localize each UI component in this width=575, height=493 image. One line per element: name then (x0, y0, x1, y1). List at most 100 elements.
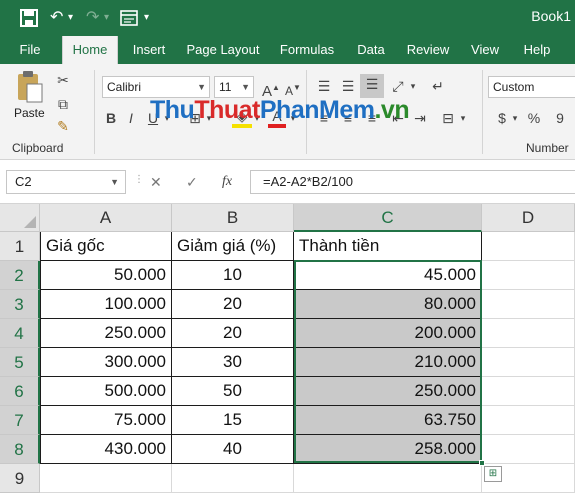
cell-c4[interactable]: 200.000 (294, 319, 482, 348)
cell-b6[interactable]: 50 (172, 377, 294, 406)
align-middle-icon[interactable]: ☰ (338, 76, 358, 96)
align-bottom-icon[interactable]: ☰ (360, 74, 384, 98)
cut-icon[interactable]: ✂ (54, 70, 72, 90)
row-header-7[interactable]: 7 (0, 406, 40, 435)
cell-b2[interactable]: 10 (172, 261, 294, 290)
currency-dropdown-icon[interactable]: ▾ (510, 108, 520, 128)
cell-a9[interactable] (40, 464, 172, 493)
cell-b8[interactable]: 40 (172, 435, 294, 464)
name-box[interactable]: C2 ▼ (6, 170, 126, 194)
chevron-down-icon: ▼ (110, 177, 119, 187)
tab-help[interactable]: Help (514, 36, 560, 64)
cell-c1[interactable]: Thành tiền (294, 232, 482, 261)
percent-button[interactable]: % (526, 108, 542, 128)
cell-b4[interactable]: 20 (172, 319, 294, 348)
watermark-part-1: Thu (150, 96, 195, 124)
column-header-b[interactable]: B (172, 204, 294, 232)
cell-d8[interactable] (482, 435, 575, 464)
row-header-4[interactable]: 4 (0, 319, 40, 348)
row-header-2[interactable]: 2 (0, 261, 40, 290)
cell-c7[interactable]: 63.750 (294, 406, 482, 435)
row-header-5[interactable]: 5 (0, 348, 40, 377)
row-header-8[interactable]: 8 (0, 435, 40, 464)
save-icon[interactable] (20, 6, 38, 35)
cell-b9[interactable] (172, 464, 294, 493)
cell-b5[interactable]: 30 (172, 348, 294, 377)
tab-page-layout[interactable]: Page Layout (182, 36, 264, 64)
more-options-icon: ⋮ (134, 174, 144, 185)
currency-button[interactable]: $ (494, 108, 510, 128)
undo-dropdown-icon[interactable]: ▾ (68, 6, 73, 30)
copy-icon[interactable]: ⧉ (54, 94, 72, 114)
tab-view[interactable]: View (464, 36, 506, 64)
redo-icon[interactable]: ↷ (86, 6, 99, 30)
customize-toolbar-icon[interactable]: ▾ (144, 6, 149, 30)
column-header-c[interactable]: C (294, 204, 482, 232)
comma-style-button[interactable]: 9 (552, 108, 568, 128)
tab-insert[interactable]: Insert (124, 36, 174, 64)
row-header-3[interactable]: 3 (0, 290, 40, 319)
tab-formulas[interactable]: Formulas (274, 36, 340, 64)
row-header-6[interactable]: 6 (0, 377, 40, 406)
cell-d4[interactable] (482, 319, 575, 348)
cell-c6[interactable]: 250.000 (294, 377, 482, 406)
cell-a8[interactable]: 430.000 (40, 435, 172, 464)
cancel-icon[interactable]: ✕ (150, 174, 162, 191)
cell-d6[interactable] (482, 377, 575, 406)
enter-icon[interactable]: ✓ (186, 174, 198, 191)
number-group-label: Number (526, 141, 569, 155)
cell-c8[interactable]: 258.000 (294, 435, 482, 464)
cell-d1[interactable] (482, 232, 575, 261)
column-header-d[interactable]: D (482, 204, 575, 232)
tab-review[interactable]: Review (402, 36, 454, 64)
wrap-text-icon[interactable]: ↵ (428, 76, 448, 96)
bold-button[interactable]: B (104, 108, 118, 128)
cell-c5[interactable]: 210.000 (294, 348, 482, 377)
row-header-1[interactable]: 1 (0, 232, 40, 261)
orientation-icon[interactable]: ⤢ (388, 76, 408, 96)
orientation-dropdown-icon[interactable]: ▾ (408, 76, 418, 96)
watermark-part-3: PhanMem (259, 96, 375, 124)
quick-analysis-icon[interactable]: ⊞ (484, 466, 502, 482)
cell-b3[interactable]: 20 (172, 290, 294, 319)
redo-dropdown-icon[interactable]: ▾ (104, 6, 109, 30)
font-size-box[interactable]: 11 ▼ (214, 76, 254, 98)
row-header-9[interactable]: 9 (0, 464, 40, 493)
tab-home[interactable]: Home (62, 36, 118, 64)
cell-c2[interactable]: 45.000 (294, 261, 482, 290)
tab-data[interactable]: Data (350, 36, 392, 64)
cell-d3[interactable] (482, 290, 575, 319)
cell-a3[interactable]: 100.000 (40, 290, 172, 319)
increase-indent-icon[interactable]: ⇥ (410, 108, 430, 128)
cell-a1[interactable]: Giá gốc (40, 232, 172, 261)
cell-a2[interactable]: 50.000 (40, 261, 172, 290)
cell-a7[interactable]: 75.000 (40, 406, 172, 435)
formula-input[interactable]: =A2-A2*B2/100 (250, 170, 575, 194)
cell-d7[interactable] (482, 406, 575, 435)
cell-c3[interactable]: 80.000 (294, 290, 482, 319)
paste-label[interactable]: Paste (14, 106, 45, 120)
window-title: Book1 (531, 8, 571, 24)
font-name-box[interactable]: Calibri ▼ (102, 76, 210, 98)
cell-b7[interactable]: 15 (172, 406, 294, 435)
italic-button[interactable]: I (124, 108, 138, 128)
number-format-box[interactable]: Custom (488, 76, 575, 98)
cell-a5[interactable]: 300.000 (40, 348, 172, 377)
column-header-a[interactable]: A (40, 204, 172, 232)
merge-center-icon[interactable]: ⊟ (438, 108, 458, 128)
cell-d2[interactable] (482, 261, 575, 290)
paste-icon[interactable] (12, 70, 46, 104)
align-top-icon[interactable]: ☰ (314, 76, 334, 96)
select-all-button[interactable] (0, 204, 40, 232)
cell-c9[interactable] (294, 464, 482, 493)
undo-icon[interactable]: ↶ (50, 6, 63, 30)
cell-b1[interactable]: Giảm giá (%) (172, 232, 294, 261)
cell-d5[interactable] (482, 348, 575, 377)
insert-function-icon[interactable]: fx (222, 174, 232, 190)
cell-a6[interactable]: 500.000 (40, 377, 172, 406)
cell-a4[interactable]: 250.000 (40, 319, 172, 348)
merge-dropdown-icon[interactable]: ▾ (458, 108, 468, 128)
format-painter-icon[interactable]: ✎ (54, 116, 72, 136)
form-icon[interactable] (120, 6, 138, 35)
tab-file[interactable]: File (8, 36, 52, 64)
